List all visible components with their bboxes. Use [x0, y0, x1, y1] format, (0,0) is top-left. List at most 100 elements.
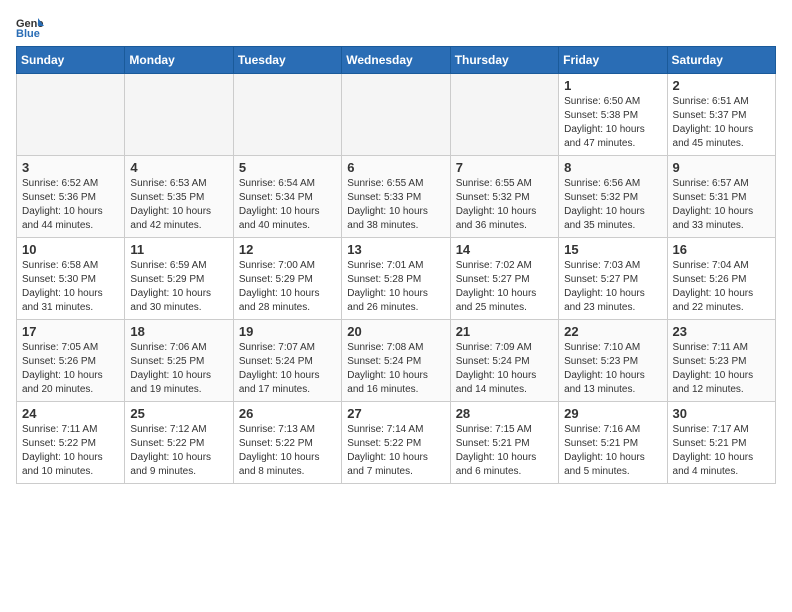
calendar-day-cell: 19 Sunrise: 7:07 AMSunset: 5:24 PMDayligh… [233, 320, 341, 402]
calendar-day-cell: 25Sunrise: 7:12 AMSunset: 5:22 PMDayligh… [125, 402, 233, 484]
calendar-day-cell: 26 Sunrise: 7:13 AMSunset: 5:22 PMDayligh… [233, 402, 341, 484]
calendar-day-cell: 6 Sunrise: 6:55 AMSunset: 5:33 PMDaylight… [342, 156, 450, 238]
calendar-day-cell: 9 Sunrise: 6:57 AMSunset: 5:31 PMDaylight… [667, 156, 775, 238]
calendar-day-cell: 5 Sunrise: 6:54 AMSunset: 5:34 PMDaylight… [233, 156, 341, 238]
day-number: 17 [22, 324, 119, 339]
calendar-day-cell [125, 74, 233, 156]
calendar-day-cell: 15 Sunrise: 7:03 AMSunset: 5:27 PMDayligh… [559, 238, 667, 320]
calendar-week-row: 1 Sunrise: 6:50 AMSunset: 5:38 PMDaylight… [17, 74, 776, 156]
day-number: 11 [130, 242, 227, 257]
calendar-day-cell: 7 Sunrise: 6:55 AMSunset: 5:32 PMDaylight… [450, 156, 558, 238]
calendar-day-cell: 17 Sunrise: 7:05 AMSunset: 5:26 PMDayligh… [17, 320, 125, 402]
day-info: Sunrise: 6:59 AMSunset: 5:29 PMDaylight:… [130, 259, 227, 315]
calendar-day-cell: 14 Sunrise: 7:02 AMSunset: 5:27 PMDayligh… [450, 238, 558, 320]
calendar-day-cell: 12Sunrise: 7:00 AMSunset: 5:29 PMDayligh… [233, 238, 341, 320]
day-number: 28 [456, 406, 553, 421]
day-number: 21 [456, 324, 553, 339]
calendar-week-row: 17 Sunrise: 7:05 AMSunset: 5:26 PMDayligh… [17, 320, 776, 402]
calendar-day-cell: 2Sunrise: 6:51 AMSunset: 5:37 PMDaylight… [667, 74, 775, 156]
day-number: 8 [564, 160, 661, 175]
day-info: Sunrise: 7:09 AMSunset: 5:24 PMDaylight:… [456, 341, 553, 397]
day-info: Sunrise: 6:53 AMSunset: 5:35 PMDaylight:… [130, 177, 227, 233]
calendar-day-cell: 20 Sunrise: 7:08 AMSunset: 5:24 PMDayligh… [342, 320, 450, 402]
day-info: Sunrise: 7:11 AMSunset: 5:23 PMDaylight:… [673, 341, 770, 397]
calendar-day-cell: 4 Sunrise: 6:53 AMSunset: 5:35 PMDaylight… [125, 156, 233, 238]
calendar-day-cell: 10Sunrise: 6:58 AMSunset: 5:30 PMDayligh… [17, 238, 125, 320]
day-number: 12 [239, 242, 336, 257]
day-number: 15 [564, 242, 661, 257]
day-info: Sunrise: 6:57 AMSunset: 5:31 PMDaylight:… [673, 177, 770, 233]
calendar-day-cell [233, 74, 341, 156]
day-info: Sunrise: 7:03 AMSunset: 5:27 PMDaylight:… [564, 259, 661, 315]
calendar-day-cell: 8 Sunrise: 6:56 AMSunset: 5:32 PMDaylight… [559, 156, 667, 238]
column-header-sunday: Sunday [17, 47, 125, 74]
day-number: 29 [564, 406, 661, 421]
svg-text:Blue: Blue [16, 28, 40, 38]
day-number: 23 [673, 324, 770, 339]
calendar-week-row: 3 Sunrise: 6:52 AMSunset: 5:36 PMDaylight… [17, 156, 776, 238]
calendar-day-cell: 1 Sunrise: 6:50 AMSunset: 5:38 PMDaylight… [559, 74, 667, 156]
day-number: 27 [347, 406, 444, 421]
day-number: 1 [564, 78, 661, 93]
calendar-day-cell [17, 74, 125, 156]
day-number: 5 [239, 160, 336, 175]
logo: General Blue [16, 16, 48, 38]
day-number: 13 [347, 242, 444, 257]
day-number: 16 [673, 242, 770, 257]
page-header: General Blue [16, 16, 776, 38]
column-header-monday: Monday [125, 47, 233, 74]
calendar-day-cell: 21 Sunrise: 7:09 AMSunset: 5:24 PMDayligh… [450, 320, 558, 402]
day-info: Sunrise: 6:54 AMSunset: 5:34 PMDaylight:… [239, 177, 336, 233]
day-info: Sunrise: 6:56 AMSunset: 5:32 PMDaylight:… [564, 177, 661, 233]
day-info: Sunrise: 7:10 AMSunset: 5:23 PMDaylight:… [564, 341, 661, 397]
day-number: 7 [456, 160, 553, 175]
day-info: Sunrise: 7:04 AMSunset: 5:26 PMDaylight:… [673, 259, 770, 315]
day-number: 30 [673, 406, 770, 421]
day-info: Sunrise: 7:14 AMSunset: 5:22 PMDaylight:… [347, 423, 444, 479]
day-info: Sunrise: 6:52 AMSunset: 5:36 PMDaylight:… [22, 177, 119, 233]
day-number: 20 [347, 324, 444, 339]
calendar-day-cell: 29Sunrise: 7:16 AMSunset: 5:21 PMDayligh… [559, 402, 667, 484]
column-header-friday: Friday [559, 47, 667, 74]
day-number: 22 [564, 324, 661, 339]
column-header-tuesday: Tuesday [233, 47, 341, 74]
day-info: Sunrise: 7:05 AMSunset: 5:26 PMDaylight:… [22, 341, 119, 397]
day-number: 26 [239, 406, 336, 421]
calendar-day-cell: 24 Sunrise: 7:11 AMSunset: 5:22 PMDayligh… [17, 402, 125, 484]
calendar-day-cell: 30Sunrise: 7:17 AMSunset: 5:21 PMDayligh… [667, 402, 775, 484]
calendar-day-cell: 11 Sunrise: 6:59 AMSunset: 5:29 PMDayligh… [125, 238, 233, 320]
calendar-day-cell: 16 Sunrise: 7:04 AMSunset: 5:26 PMDayligh… [667, 238, 775, 320]
calendar-header-row: SundayMondayTuesdayWednesdayThursdayFrid… [17, 47, 776, 74]
day-number: 19 [239, 324, 336, 339]
day-info: Sunrise: 7:07 AMSunset: 5:24 PMDaylight:… [239, 341, 336, 397]
day-info: Sunrise: 7:06 AMSunset: 5:25 PMDaylight:… [130, 341, 227, 397]
calendar-day-cell [342, 74, 450, 156]
day-info: Sunrise: 7:08 AMSunset: 5:24 PMDaylight:… [347, 341, 444, 397]
calendar-day-cell: 27 Sunrise: 7:14 AMSunset: 5:22 PMDayligh… [342, 402, 450, 484]
calendar-week-row: 10Sunrise: 6:58 AMSunset: 5:30 PMDayligh… [17, 238, 776, 320]
day-info: Sunrise: 6:55 AMSunset: 5:33 PMDaylight:… [347, 177, 444, 233]
day-number: 9 [673, 160, 770, 175]
day-info: Sunrise: 7:02 AMSunset: 5:27 PMDaylight:… [456, 259, 553, 315]
day-info: Sunrise: 7:11 AMSunset: 5:22 PMDaylight:… [22, 423, 119, 479]
calendar-day-cell: 3 Sunrise: 6:52 AMSunset: 5:36 PMDaylight… [17, 156, 125, 238]
calendar-day-cell: 22 Sunrise: 7:10 AMSunset: 5:23 PMDayligh… [559, 320, 667, 402]
calendar-day-cell [450, 74, 558, 156]
column-header-saturday: Saturday [667, 47, 775, 74]
day-number: 6 [347, 160, 444, 175]
column-header-wednesday: Wednesday [342, 47, 450, 74]
day-info: Sunrise: 7:13 AMSunset: 5:22 PMDaylight:… [239, 423, 336, 479]
day-number: 4 [130, 160, 227, 175]
day-info: Sunrise: 7:12 AMSunset: 5:22 PMDaylight:… [130, 423, 227, 479]
day-info: Sunrise: 6:50 AMSunset: 5:38 PMDaylight:… [564, 95, 661, 151]
day-number: 14 [456, 242, 553, 257]
calendar-table: SundayMondayTuesdayWednesdayThursdayFrid… [16, 46, 776, 484]
column-header-thursday: Thursday [450, 47, 558, 74]
calendar-day-cell: 28Sunrise: 7:15 AMSunset: 5:21 PMDayligh… [450, 402, 558, 484]
day-info: Sunrise: 6:55 AMSunset: 5:32 PMDaylight:… [456, 177, 553, 233]
calendar-day-cell: 23 Sunrise: 7:11 AMSunset: 5:23 PMDayligh… [667, 320, 775, 402]
calendar-day-cell: 13Sunrise: 7:01 AMSunset: 5:28 PMDayligh… [342, 238, 450, 320]
day-number: 24 [22, 406, 119, 421]
day-number: 3 [22, 160, 119, 175]
logo-icon: General Blue [16, 16, 44, 38]
